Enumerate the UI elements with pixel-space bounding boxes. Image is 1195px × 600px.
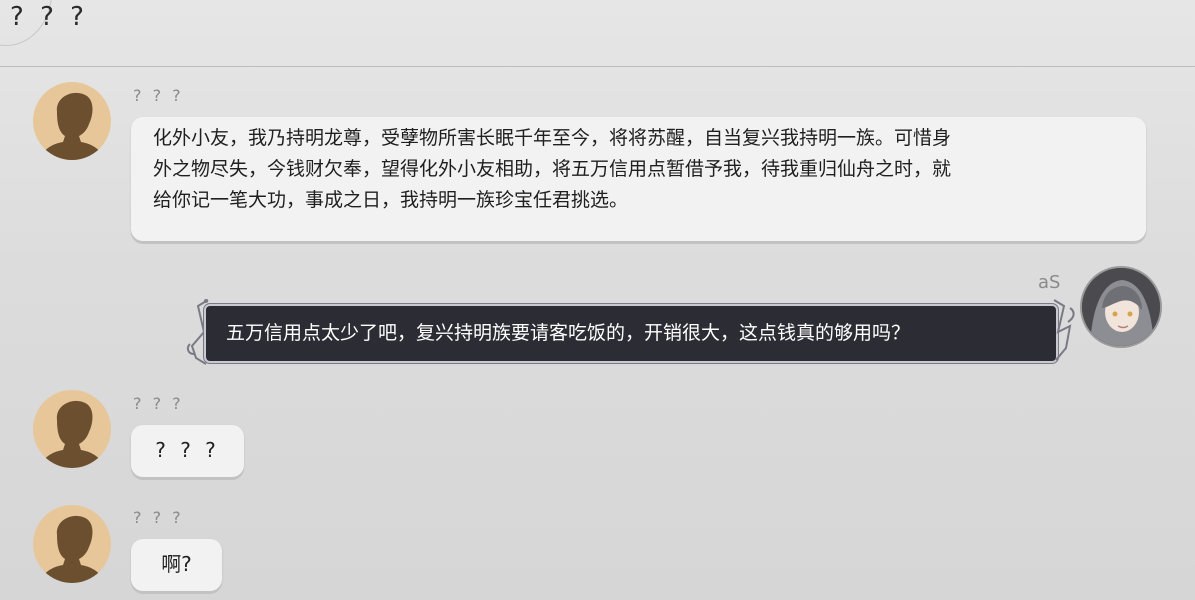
message-bubble: ? ? ? [131, 425, 244, 477]
silhouette-icon [39, 400, 105, 468]
sender-name: ? ? ? [133, 86, 184, 105]
bubble-ornament-icon [1053, 299, 1075, 361]
user-avatar[interactable] [1082, 268, 1160, 346]
sender-name: ? ? ? [133, 508, 184, 527]
contact-avatar[interactable] [33, 505, 111, 583]
message-line: 化外小友，我乃持明龙尊，受孽物所害长眠千年至今，将将苏醒，自当复兴我持明一族。可… [153, 127, 952, 149]
message-line: 外之物尽失，今钱财欠奉，望得化外小友相助，将五万信用点暂借予我，待我重归仙舟之时… [153, 158, 952, 180]
message-bubble: 啊? [131, 539, 222, 591]
user-name: aS [1038, 272, 1061, 293]
user-portrait-icon [1082, 268, 1160, 346]
silhouette-icon [39, 92, 105, 160]
silhouette-icon [39, 515, 105, 583]
chat-header: ? ? ? [0, 0, 1195, 67]
user-message-bubble: 五万信用点太少了吧，复兴持明族要请客吃饭的，开销很大，这点钱真的够用吗？ [206, 306, 1056, 361]
message-bubble: 化外小友，我乃持明龙尊，受孽物所害长眠千年至今，将将苏醒，自当复兴我持明一族。可… [131, 117, 1146, 241]
message-line: 给你记一笔大功，事成之日，我持明一族珍宝任君挑选。 [153, 189, 629, 211]
chat-title: ? ? ? [10, 2, 88, 32]
sender-name: ? ? ? [133, 394, 184, 413]
contact-avatar[interactable] [33, 82, 111, 160]
contact-avatar[interactable] [33, 390, 111, 468]
